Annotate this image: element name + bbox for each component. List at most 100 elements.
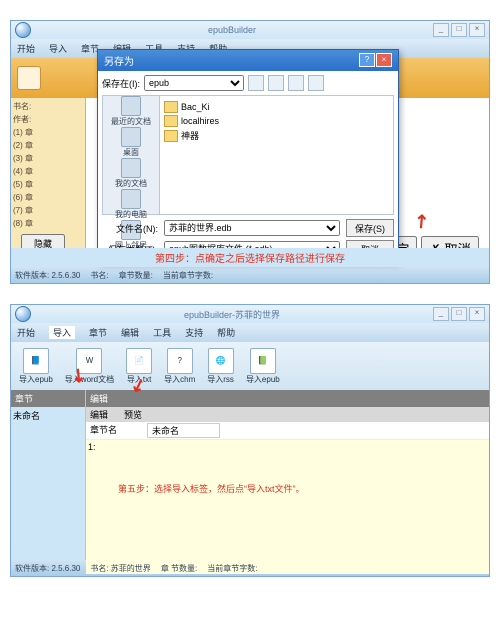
folder-icon (164, 130, 178, 142)
menu-import[interactable]: 导入 (49, 42, 67, 55)
statusbar: 软件版本: 2.5.6.30 书名: 章节数量: 当前章节字数: (11, 267, 489, 283)
line-number: 1: (88, 442, 96, 452)
minimize-button[interactable]: _ (433, 23, 449, 37)
chapter-row[interactable]: (8) 章 (13, 217, 83, 230)
tab-edit[interactable]: 编辑 (90, 408, 108, 421)
app-title: epubBuilder (31, 25, 433, 35)
folder-item[interactable]: Bac_Ki (164, 100, 389, 114)
chapter-panel: 章节 未命名 (11, 390, 86, 560)
filename-label: 文件名(N): (102, 222, 158, 235)
dialog-title: 另存为 (104, 53, 134, 68)
place-mycomputer[interactable]: 我的电脑 (103, 189, 159, 220)
app-orb-icon[interactable] (15, 306, 31, 322)
chapter-row[interactable]: (2) 章 (13, 139, 83, 152)
newfolder-icon[interactable] (288, 75, 304, 91)
chapter-row[interactable]: (3) 章 (13, 152, 83, 165)
chapter-row[interactable]: (7) 章 (13, 204, 83, 217)
status-book: 书名: (90, 270, 108, 281)
save-as-dialog: 另存为 ? × 保存在(I): epub 最近的文档 桌面 我的文档 我的电 (97, 49, 399, 263)
text-editor[interactable]: 1: 第五步：选择导入标签，然后点“导入txt文件”。 (86, 440, 489, 574)
desktop-icon (121, 127, 141, 147)
savein-select[interactable]: epub (144, 75, 244, 91)
chapter-row[interactable]: (6) 章 (13, 191, 83, 204)
menu-support[interactable]: 支持 (185, 326, 203, 339)
menubar: 开始 导入 章节 编辑 工具 支持 帮助 (11, 323, 489, 342)
window-1: epubBuilder _ □ × 开始 导入 章节 编辑 工具 支持 帮助 书… (10, 20, 490, 284)
field-author: 作者: (13, 113, 83, 126)
menu-edit[interactable]: 编辑 (121, 326, 139, 339)
mydocs-icon (121, 158, 141, 178)
status-count: 章节数量: (119, 270, 153, 281)
filename-input[interactable]: 苏菲的世界.edb (164, 220, 340, 236)
app-orb-icon[interactable] (15, 22, 31, 38)
field-bookname: 书名: (13, 100, 83, 113)
window-controls: _ □ × (433, 23, 485, 37)
epub2-icon: 📗 (250, 348, 276, 374)
app-title: epubBuilder-苏菲的世界 (31, 308, 433, 321)
left-panel: 书名: 作者: (1) 章 (2) 章 (3) 章 (4) 章 (5) 章 (6… (11, 98, 86, 248)
dialog-toolbar: 保存在(I): epub (102, 75, 394, 91)
maximize-button[interactable]: □ (451, 23, 467, 37)
close-button[interactable]: × (469, 23, 485, 37)
status-version: 软件版本: 2.5.6.30 (15, 270, 80, 281)
window-2: epubBuilder-苏菲的世界 _ □ × 开始 导入 章节 编辑 工具 支… (10, 304, 490, 577)
file-list[interactable]: Bac_Ki localhires 神器 (160, 95, 394, 215)
import-chm-button[interactable]: ?导入chm (160, 348, 199, 385)
status-count: 章 节数量: (161, 563, 197, 574)
ribbon-new[interactable] (17, 66, 41, 90)
rss-icon: 🌐 (208, 348, 234, 374)
mycomputer-icon (121, 189, 141, 209)
menu-tools[interactable]: 工具 (153, 326, 171, 339)
up-icon[interactable] (268, 75, 284, 91)
minimize-button[interactable]: _ (433, 307, 449, 321)
import-epub2-button[interactable]: 📗导入epub (242, 348, 284, 385)
chapter-row[interactable]: (1) 章 (13, 126, 83, 139)
menu-chapter[interactable]: 章节 (89, 326, 107, 339)
epub-icon: 📘 (23, 348, 49, 374)
place-mydocs[interactable]: 我的文档 (103, 158, 159, 189)
tab-preview[interactable]: 预览 (124, 408, 142, 421)
annotation-step4: 第四步：点确定之后选择保存路径进行保存 (11, 248, 489, 267)
folder-item[interactable]: localhires (164, 114, 389, 128)
viewmenu-icon[interactable] (308, 75, 324, 91)
editor-panel: 编辑 编辑 预览 章节名 未命名 1: 第五步：选择导入标签，然后点“导入txt… (86, 390, 489, 560)
status-current: 当前章节字数: (207, 563, 257, 574)
place-desktop[interactable]: 桌面 (103, 127, 159, 158)
places-bar: 最近的文档 桌面 我的文档 我的电脑 网上邻居 (102, 95, 160, 215)
chm-icon: ? (167, 348, 193, 374)
menu-start[interactable]: 开始 (17, 326, 35, 339)
dialog-close-button[interactable]: × (376, 53, 392, 67)
folder-icon (164, 101, 178, 113)
chapter-name-label: 章节名 (90, 423, 117, 438)
folder-icon (164, 115, 178, 127)
chapter-header: 章节 (11, 390, 85, 407)
menu-import[interactable]: 导入 (49, 326, 75, 339)
status-version: 软件版本: 2.5.6.30 (15, 563, 80, 574)
txt-icon: 📄 (126, 348, 152, 374)
import-word-button[interactable]: W导入word文档 (61, 348, 118, 385)
new-icon (17, 66, 41, 90)
recent-icon (121, 96, 141, 116)
place-recent[interactable]: 最近的文档 (103, 96, 159, 127)
savein-label: 保存在(I): (102, 77, 140, 90)
dialog-help-button[interactable]: ? (359, 53, 375, 67)
annotation-step5: 第五步：选择导入标签，然后点“导入txt文件”。 (118, 482, 487, 495)
save-button[interactable]: 保存(S) (346, 219, 394, 237)
menu-help[interactable]: 帮助 (217, 326, 235, 339)
status-current: 当前章节字数: (163, 270, 213, 281)
back-icon[interactable] (248, 75, 264, 91)
close-button[interactable]: × (469, 307, 485, 321)
folder-item[interactable]: 神器 (164, 128, 389, 143)
chapter-item[interactable]: 未命名 (11, 407, 85, 424)
menu-start[interactable]: 开始 (17, 42, 35, 55)
editor-tabs: 编辑 预览 (86, 407, 489, 422)
titlebar: epubBuilder-苏菲的世界 _ □ × (11, 305, 489, 323)
chapter-name-input[interactable]: 未命名 (147, 423, 220, 438)
maximize-button[interactable]: □ (451, 307, 467, 321)
chapter-row[interactable]: (4) 章 (13, 165, 83, 178)
dialog-titlebar: 另存为 ? × (98, 50, 398, 71)
chapter-row[interactable]: (5) 章 (13, 178, 83, 191)
import-rss-button[interactable]: 🌐导入rss (203, 348, 238, 385)
titlebar: epubBuilder _ □ × (11, 21, 489, 39)
import-epub-button[interactable]: 📘导入epub (15, 348, 57, 385)
